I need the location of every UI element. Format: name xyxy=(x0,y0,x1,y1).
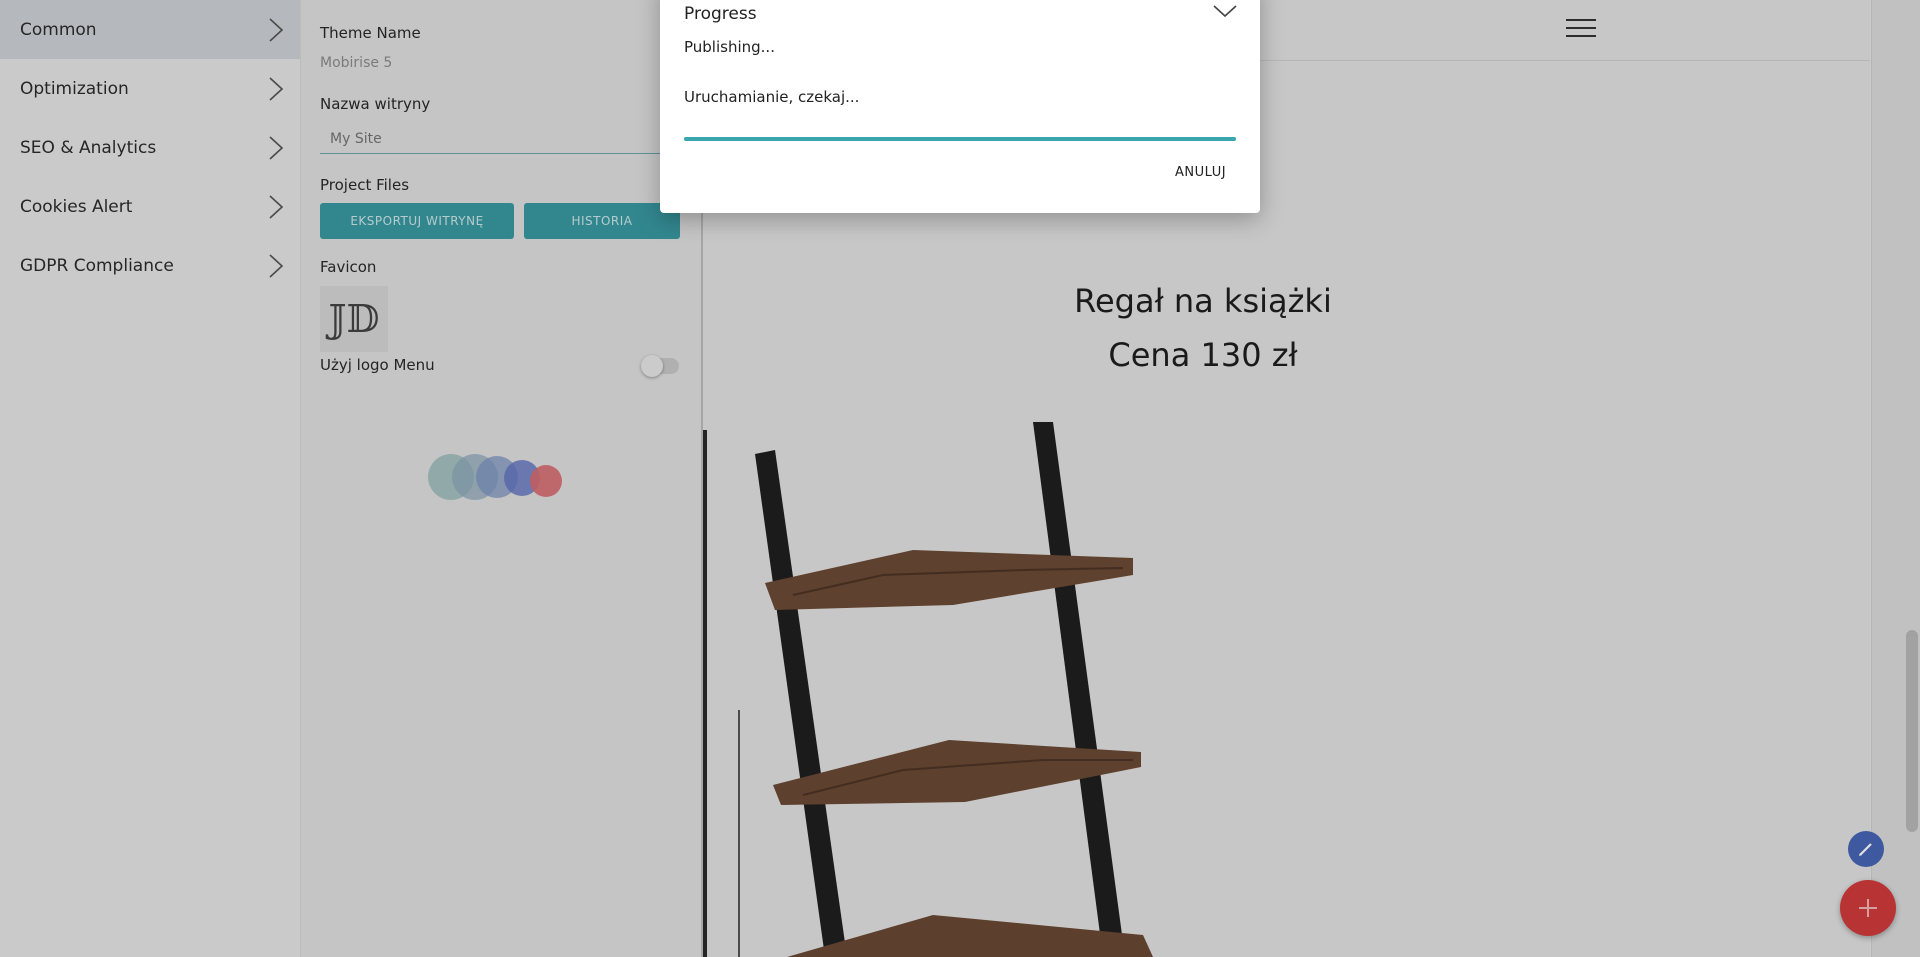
progress-dialog: Progress Publishing... Uruchamianie, cze… xyxy=(660,0,1260,213)
close-icon[interactable] xyxy=(1212,0,1238,22)
cancel-button[interactable]: ANULUJ xyxy=(1175,165,1226,180)
dialog-substatus: Uruchamianie, czekaj... xyxy=(684,88,860,106)
dialog-title: Progress xyxy=(684,4,757,24)
progress-bar xyxy=(684,137,1236,141)
dialog-status: Publishing... xyxy=(684,38,775,56)
progress-track xyxy=(684,137,1236,141)
